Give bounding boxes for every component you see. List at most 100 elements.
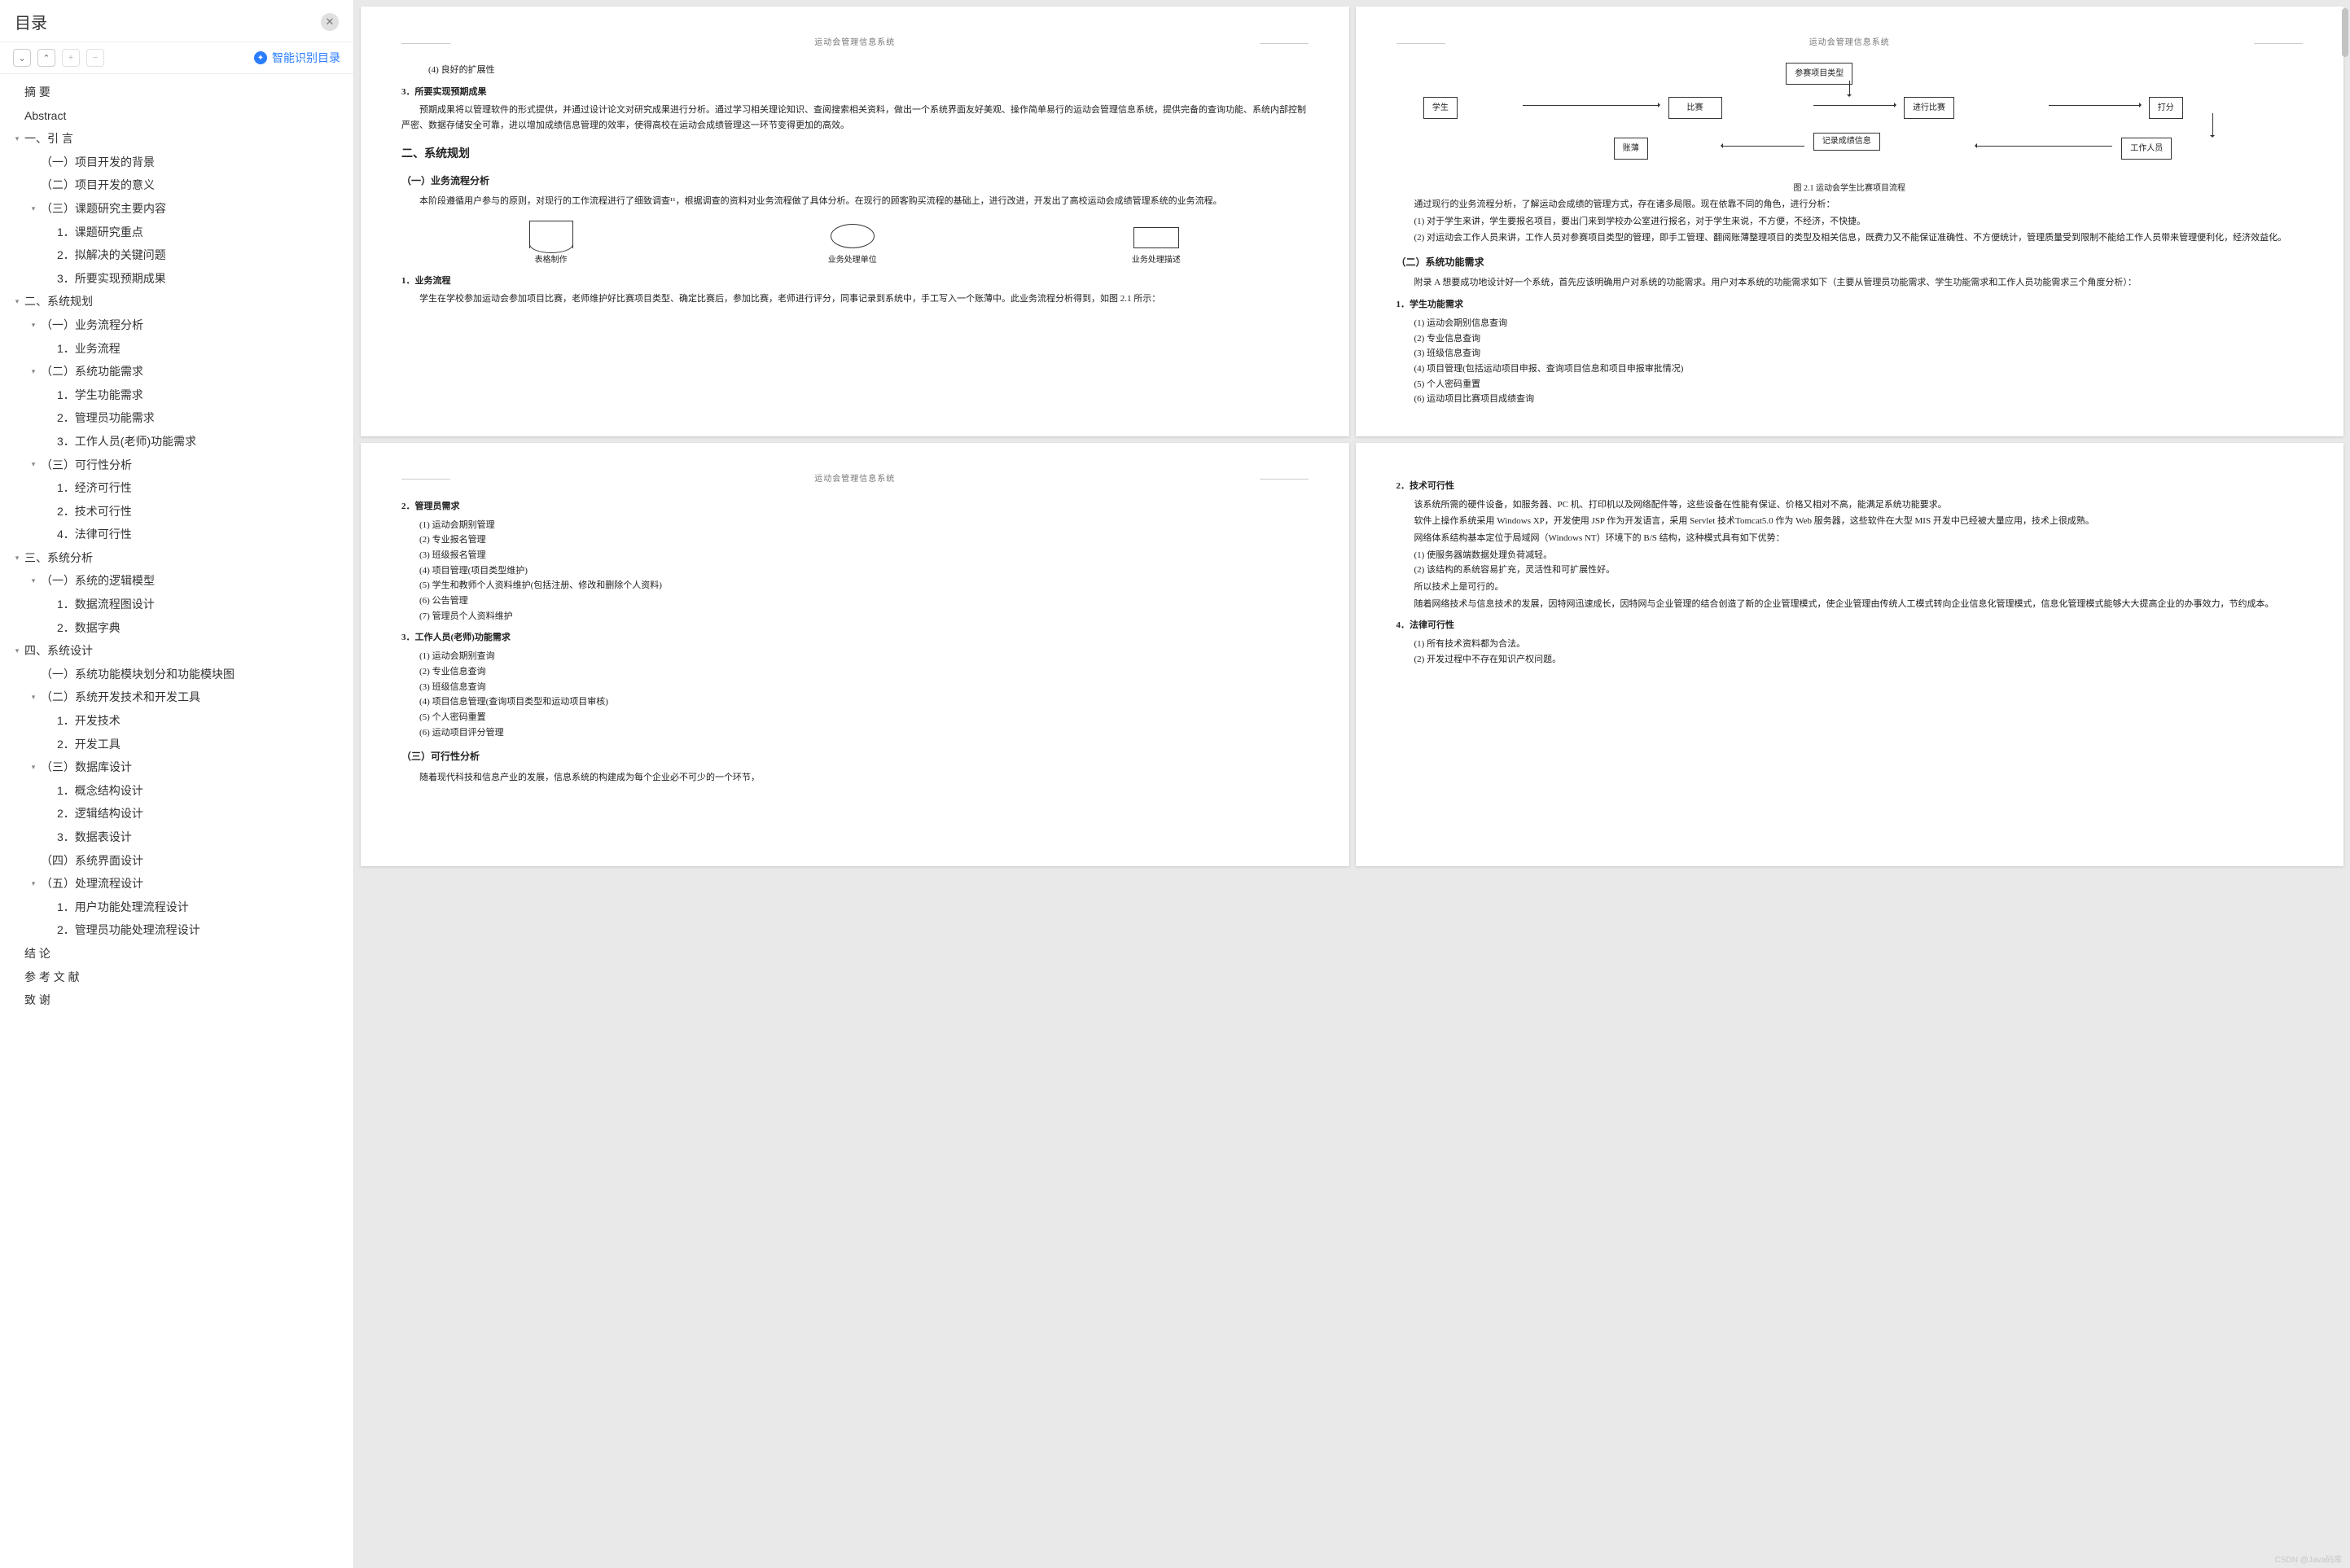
toc-item[interactable]: （二）项目开发的意义	[24, 173, 349, 197]
toc-item[interactable]: ▾（二）系统功能需求	[24, 360, 349, 383]
list-item: (5) 个人密码重置	[419, 710, 1309, 725]
toc-item[interactable]: 1．课题研究重点	[41, 221, 349, 244]
sidebar-header: 目录 ✕	[0, 0, 353, 42]
page-2: 运动会管理信息系统 参赛项目类型 学生 比赛 进行比赛 打分 账薄 记录成绩信息…	[1356, 7, 2344, 436]
page-header: 运动会管理信息系统	[1396, 36, 2304, 50]
chevron-down-icon[interactable]: ▾	[28, 203, 39, 214]
chevron-down-icon[interactable]: ▾	[28, 762, 39, 773]
toc-item[interactable]: 2．技术可行性	[41, 500, 349, 523]
list-item: (6) 运动项目评分管理	[419, 725, 1309, 741]
toc-item[interactable]: ▾一、引 言	[8, 127, 349, 151]
list-item: (5) 个人密码重置	[1414, 377, 2304, 392]
toc-item[interactable]: ▾四、系统设计	[8, 639, 349, 663]
list-item: (1) 运动会期别查询	[419, 649, 1309, 664]
toc-item[interactable]: （一）系统功能模块划分和功能模块图	[24, 663, 349, 686]
toc-label: 结 论	[24, 943, 50, 965]
toc-item[interactable]: 4．法律可行性	[41, 523, 349, 546]
paragraph: 该系统所需的硬件设备，如服务器、PC 机、打印机以及网络配件等，这些设备在性能有…	[1396, 497, 2304, 513]
toc-item[interactable]: 致 谢	[8, 988, 349, 1012]
smart-toc-link[interactable]: ✦ 智能识别目录	[254, 50, 340, 66]
toc-item[interactable]: ▾三、系统分析	[8, 546, 349, 570]
toc-item[interactable]: 2．管理员功能需求	[41, 406, 349, 430]
toc-item[interactable]: 3．所要实现预期成果	[41, 267, 349, 291]
chevron-down-icon[interactable]: ▾	[11, 133, 23, 144]
toc-tree[interactable]: 摘 要Abstract▾一、引 言（一）项目开发的背景（二）项目开发的意义▾（三…	[0, 74, 353, 1568]
list-item: (5) 学生和教师个人资料维护(包括注册、修改和删除个人资料)	[419, 578, 1309, 593]
heading-3: 4．法律可行性	[1396, 618, 2304, 633]
toc-item[interactable]: ▾（一）业务流程分析	[24, 313, 349, 337]
chevron-down-icon[interactable]: ▾	[11, 296, 23, 308]
toc-item[interactable]: ▾（三）可行性分析	[24, 453, 349, 477]
toc-label: 三、系统分析	[24, 547, 93, 569]
toc-label: （三）数据库设计	[41, 756, 132, 778]
flow-node: 比赛	[1668, 97, 1722, 119]
toc-item[interactable]: 1．学生功能需求	[41, 383, 349, 407]
paragraph: 预期成果将以管理软件的形式提供，并通过设计论文对研究成果进行分析。通过学习相关理…	[401, 103, 1309, 133]
collapse-all-button[interactable]: ⌄	[13, 49, 31, 67]
toc-item[interactable]: 2．管理员功能处理流程设计	[41, 918, 349, 942]
chevron-down-icon[interactable]: ▾	[28, 459, 39, 471]
toc-label: 1．用户功能处理流程设计	[57, 896, 189, 918]
toc-item[interactable]: 1．数据流程图设计	[41, 593, 349, 616]
toc-label: 1．课题研究重点	[57, 221, 143, 243]
toc-label: 2．管理员功能需求	[57, 407, 155, 429]
toc-item[interactable]: ▾（三）数据库设计	[24, 756, 349, 779]
ordered-list: (1) 运动会期别管理 (2) 专业报名管理 (3) 班级报名管理 (4) 项目…	[401, 518, 1309, 624]
chevron-down-icon[interactable]: ▾	[28, 576, 39, 587]
list-item: (1) 所有技术资料都为合法。	[1414, 637, 2304, 652]
close-icon[interactable]: ✕	[321, 13, 339, 31]
toc-item[interactable]: 2．开发工具	[41, 733, 349, 756]
expand-up-button[interactable]: ⌃	[37, 49, 55, 67]
toc-item[interactable]: 2．数据字典	[41, 616, 349, 640]
chevron-down-icon[interactable]: ▾	[28, 366, 39, 377]
toc-label: 2．管理员功能处理流程设计	[57, 919, 200, 941]
zoom-out-button[interactable]: −	[86, 49, 104, 67]
page-4: 2．技术可行性 该系统所需的硬件设备，如服务器、PC 机、打印机以及网络配件等，…	[1356, 443, 2344, 866]
toc-item[interactable]: 2．拟解决的关键问题	[41, 243, 349, 267]
toc-item[interactable]: （一）项目开发的背景	[24, 151, 349, 174]
shapes-legend: 表格制作 业务处理单位 业务处理描述	[401, 221, 1309, 267]
toc-label: 4．法律可行性	[57, 523, 132, 545]
toc-label: 1．开发技术	[57, 710, 121, 732]
list-item: (3) 班级信息查询	[1414, 346, 2304, 361]
toc-label: 2．逻辑结构设计	[57, 803, 143, 825]
toc-item[interactable]: 摘 要	[8, 81, 349, 104]
list-item: (6) 公告管理	[419, 593, 1309, 609]
toc-item[interactable]: 1．业务流程	[41, 337, 349, 361]
toc-item[interactable]: Abstract	[8, 104, 349, 128]
toc-item[interactable]: 3．工作人员(老师)功能需求	[41, 430, 349, 453]
chevron-down-icon[interactable]: ▾	[28, 692, 39, 703]
chevron-down-icon[interactable]: ▾	[28, 319, 39, 331]
page-viewport[interactable]: 运动会管理信息系统 (4) 良好的扩展性 3．所要实现预期成果 预期成果将以管理…	[354, 0, 2350, 1568]
toc-item[interactable]: ▾（二）系统开发技术和开发工具	[24, 685, 349, 709]
toc-item[interactable]: 1．用户功能处理流程设计	[41, 896, 349, 919]
toc-item[interactable]: 2．逻辑结构设计	[41, 802, 349, 826]
figure-caption: 图 2.1 运动会学生比赛项目流程	[1396, 182, 2304, 195]
toc-item[interactable]: 结 论	[8, 942, 349, 966]
toc-item[interactable]: ▾（三）课题研究主要内容	[24, 197, 349, 221]
toc-label: 1．数据流程图设计	[57, 593, 155, 615]
scrollbar-thumb[interactable]	[2342, 8, 2348, 57]
flow-node: 账薄	[1614, 138, 1648, 160]
toc-item[interactable]: （四）系统界面设计	[24, 849, 349, 873]
toc-item[interactable]: ▾二、系统规划	[8, 290, 349, 313]
heading-3: 3．所要实现预期成果	[401, 85, 1309, 100]
toc-item[interactable]: 3．数据表设计	[41, 826, 349, 849]
toc-label: 2．拟解决的关键问题	[57, 244, 166, 266]
toc-label: 1．概念结构设计	[57, 780, 143, 802]
chevron-down-icon[interactable]: ▾	[11, 552, 23, 563]
toc-item[interactable]: 参 考 文 献	[8, 966, 349, 989]
toc-item[interactable]: ▾（五）处理流程设计	[24, 872, 349, 896]
heading-2: （一）业务流程分析	[401, 173, 1309, 189]
toc-label: （二）系统功能需求	[41, 361, 143, 383]
toc-item[interactable]: 1．概念结构设计	[41, 779, 349, 803]
ordered-list: (1) 所有技术资料都为合法。 (2) 开发过程中不存在知识产权问题。	[1396, 637, 2304, 667]
toc-item[interactable]: 1．开发技术	[41, 709, 349, 733]
zoom-in-button[interactable]: +	[62, 49, 80, 67]
chevron-down-icon[interactable]: ▾	[11, 646, 23, 657]
toc-item[interactable]: 1．经济可行性	[41, 476, 349, 500]
chevron-down-icon[interactable]: ▾	[28, 878, 39, 889]
list-item: (1) 运动会期别管理	[419, 518, 1309, 533]
toc-item[interactable]: ▾（一）系统的逻辑模型	[24, 569, 349, 593]
heading-2: （三）可行性分析	[401, 748, 1309, 764]
